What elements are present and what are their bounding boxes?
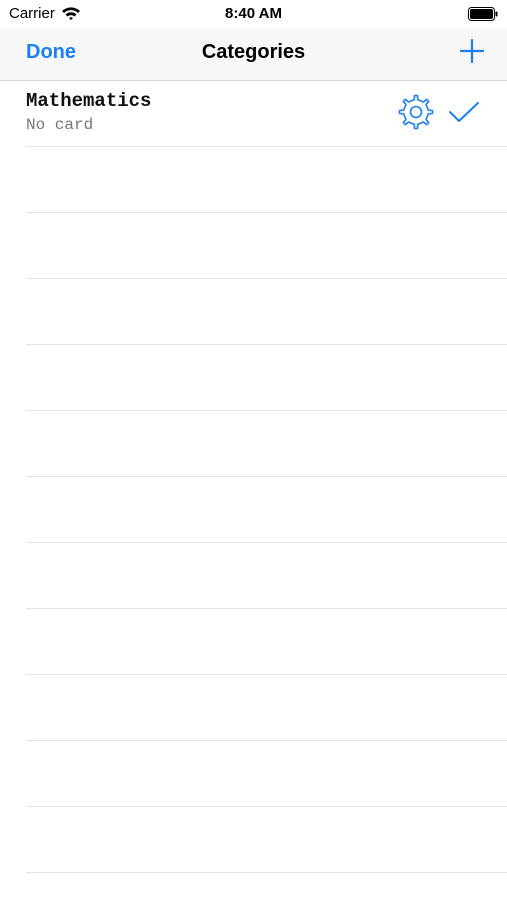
plus-icon[interactable] [459,38,485,64]
empty-row [26,675,507,741]
page-title: Categories [201,41,306,63]
navigation-bar: Done Categories [0,28,507,81]
category-row[interactable]: Mathematics No card [26,81,507,147]
empty-row [26,147,507,213]
category-list: Mathematics No card [0,81,507,873]
empty-row [26,609,507,675]
battery-icon [468,7,498,21]
empty-row [26,477,507,543]
empty-row [26,411,507,477]
empty-row [26,807,507,873]
empty-row [26,741,507,807]
status-time: 8:40 AM [225,5,282,22]
gear-icon[interactable] [398,94,434,130]
checkmark-icon [449,102,479,122]
status-bar: Carrier 8:40 AM [0,0,507,28]
category-subtitle: No card [26,116,94,134]
category-title: Mathematics [26,90,152,112]
empty-row [26,279,507,345]
empty-row [26,543,507,609]
empty-row [26,213,507,279]
empty-row [26,345,507,411]
screen: Carrier 8:40 AM Done Categories Mathemat… [0,0,507,900]
